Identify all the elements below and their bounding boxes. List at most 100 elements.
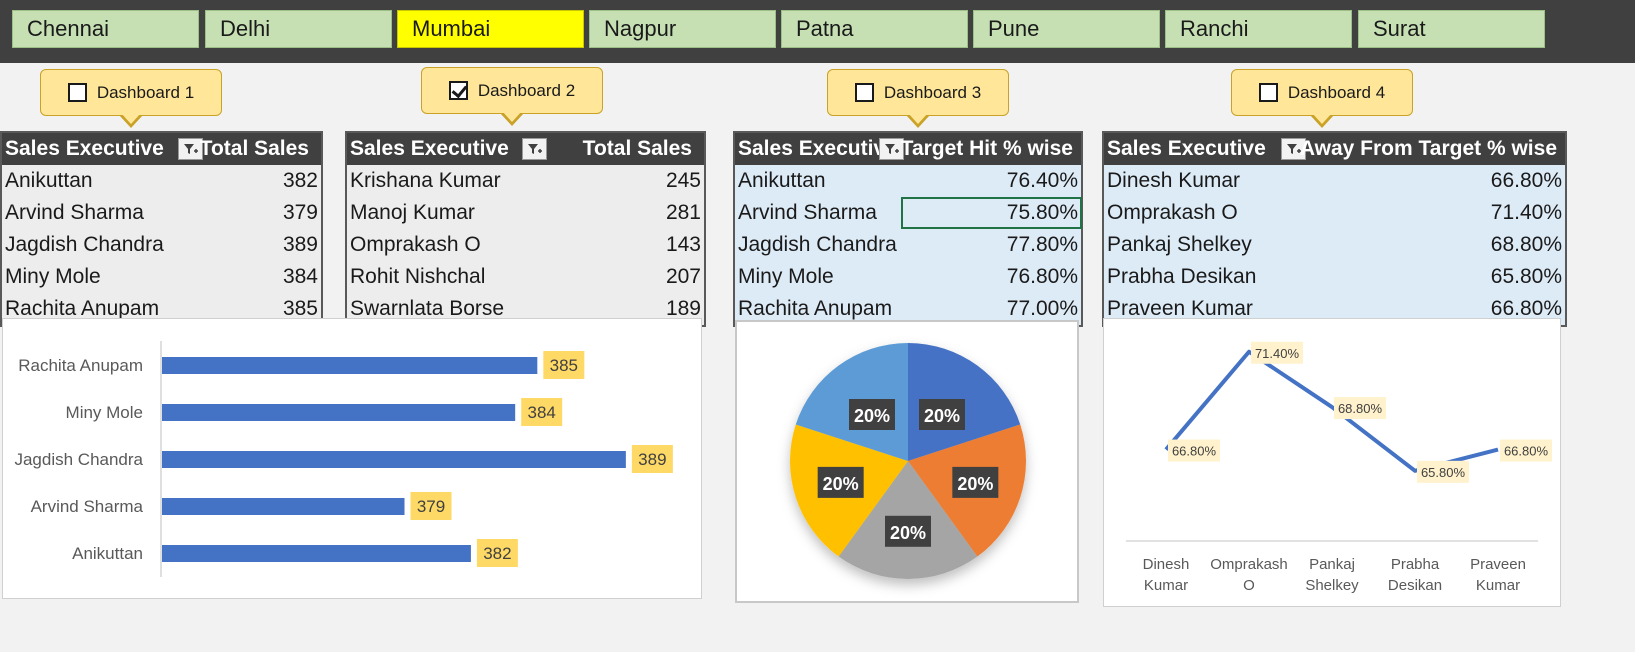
executive-name: Manoj Kumar <box>350 201 475 224</box>
pivot-table-2: Sales Executive Total Sales Krishana Kumar… <box>345 131 706 327</box>
column-header-executive: Sales Executive <box>1107 137 1266 160</box>
table-row[interactable]: Miny Mole 384 <box>2 261 321 293</box>
pivot-table-3: Sales Executive Target Hit % wise Anikutta… <box>733 131 1083 327</box>
table-header: Sales Executive Total Sales <box>347 133 704 165</box>
bar-chart-panel: Rachita Anupam 385 Miny Mole 384 Jagdish Cha… <box>2 318 702 599</box>
value-cell: 382 <box>282 169 318 192</box>
bar <box>162 498 405 515</box>
checkbox-icon[interactable] <box>448 81 468 100</box>
executive-name: Miny Mole <box>738 265 834 288</box>
executive-name: Rohit Nishchal <box>350 265 486 288</box>
pie-chart: 20% 20% 20% 20% 20% <box>790 343 1026 579</box>
table-header: Sales Executive Target Hit % wise <box>735 133 1081 165</box>
pivot-table-1: Sales Executive Total Sales Anikuttan 382 Ar… <box>0 131 323 327</box>
pie-data-label: 20% <box>957 474 993 494</box>
value-cell: 68.80% <box>1490 233 1562 256</box>
table-header: Sales Executive Away From Target % wise <box>1104 133 1565 165</box>
column-header-executive: Sales Executive <box>5 137 164 160</box>
table-row[interactable]: Manoj Kumar 281 <box>347 197 704 229</box>
table-row[interactable]: Jagdish Chandra 389 <box>2 229 321 261</box>
executive-name: Pankaj Shelkey <box>1107 233 1252 256</box>
value-cell: 207 <box>665 265 701 288</box>
value-cell: 76.40% <box>1006 169 1078 192</box>
value-cell: 76.80% <box>1006 265 1078 288</box>
table-row[interactable]: Anikuttan 76.40% <box>735 165 1081 197</box>
city-button-patna[interactable]: Patna <box>781 10 968 48</box>
checkbox-icon[interactable] <box>1258 83 1278 102</box>
line-data-label: 66.80% <box>1504 444 1549 459</box>
line-category-label: Omprakash <box>1210 556 1288 573</box>
executive-name: Jagdish Chandra <box>5 233 164 256</box>
value-cell: 281 <box>665 201 701 224</box>
checkbox-icon[interactable] <box>67 83 87 102</box>
callout-pointer <box>906 113 930 128</box>
executive-name: Miny Mole <box>5 265 101 288</box>
line-chart: 66.80% Dinesh Kumar 71.40% Omprakash O 68.80% P… <box>1126 341 1552 594</box>
table-row[interactable]: Krishana Kumar 245 <box>347 165 704 197</box>
pie-data-label: 20% <box>854 406 890 426</box>
value-cell: 77.80% <box>1006 233 1078 256</box>
bar <box>162 404 516 421</box>
city-button-pune[interactable]: Pune <box>973 10 1160 48</box>
value-cell: 389 <box>282 233 318 256</box>
checkbox-icon[interactable] <box>854 83 874 102</box>
value-cell: 65.80% <box>1490 265 1562 288</box>
executive-name: Krishana Kumar <box>350 169 501 192</box>
pie-chart-panel: 20% 20% 20% 20% 20% <box>735 320 1079 603</box>
bar <box>162 451 626 468</box>
value-cell: 71.40% <box>1490 201 1562 224</box>
city-button-delhi[interactable]: Delhi <box>205 10 392 48</box>
city-button-chennai[interactable]: Chennai <box>12 10 199 48</box>
column-header-value: Total Sales <box>582 137 692 160</box>
table-row[interactable]: Dinesh Kumar 66.80% <box>1104 165 1565 197</box>
table-row[interactable]: Pankaj Shelkey 68.80% <box>1104 229 1565 261</box>
city-button-mumbai[interactable]: Mumbai <box>397 10 584 48</box>
table-row[interactable]: Anikuttan 382 <box>2 165 321 197</box>
table-row[interactable]: Prabha Desikan 65.80% <box>1104 261 1565 293</box>
line-category-label: Dinesh <box>1143 556 1190 573</box>
line-category-label: Kumar <box>1476 577 1520 594</box>
dashboard-label: Dashboard 1 <box>96 82 195 102</box>
executive-name: Arvind Sharma <box>738 201 877 224</box>
line-category-label: Shelkey <box>1305 577 1359 594</box>
table-row[interactable]: Arvind Sharma 379 <box>2 197 321 229</box>
dashboard-4-toggle[interactable]: Dashboard 4 <box>1231 69 1413 128</box>
executive-name: Omprakash O <box>1107 201 1238 224</box>
bar-data-label: 382 <box>483 544 511 563</box>
bar-category-label: Arvind Sharma <box>31 497 144 516</box>
line-category-label: Prabha <box>1391 556 1440 573</box>
column-header-executive: Sales Executive <box>738 137 897 160</box>
value-cell: 379 <box>282 201 318 224</box>
column-header-value: Away From Target % wise <box>1299 137 1557 160</box>
dashboard-3-toggle[interactable]: Dashboard 3 <box>827 69 1009 128</box>
pie-data-label: 20% <box>890 523 926 543</box>
table-row[interactable]: Omprakash O 71.40% <box>1104 197 1565 229</box>
line-data-label: 71.40% <box>1255 346 1300 361</box>
value-cell: 384 <box>282 265 318 288</box>
city-button-surat[interactable]: Surat <box>1358 10 1545 48</box>
bar <box>162 545 471 562</box>
column-header-value: Target Hit % wise <box>900 137 1073 160</box>
city-button-ranchi[interactable]: Ranchi <box>1165 10 1352 48</box>
dashboard-1-toggle[interactable]: Dashboard 1 <box>40 69 222 128</box>
table-row[interactable]: Jagdish Chandra 77.80% <box>735 229 1081 261</box>
table-row[interactable]: Miny Mole 76.80% <box>735 261 1081 293</box>
table-row[interactable]: Rohit Nishchal 207 <box>347 261 704 293</box>
callout-pointer <box>500 111 524 126</box>
dashboard-2-toggle[interactable]: Dashboard 2 <box>421 67 603 126</box>
line-chart-panel: 66.80% Dinesh Kumar 71.40% Omprakash O 68.80% P… <box>1103 318 1561 607</box>
pie-data-label: 20% <box>924 406 960 426</box>
dashboard-label: Dashboard 2 <box>477 80 576 100</box>
line-data-label: 66.80% <box>1172 444 1217 459</box>
executive-name: Arvind Sharma <box>5 201 144 224</box>
executive-name: Anikuttan <box>738 169 826 192</box>
value-cell: 66.80% <box>1490 169 1562 192</box>
table-row[interactable]: Omprakash O 143 <box>347 229 704 261</box>
bar-data-label: 389 <box>638 450 666 469</box>
table-row[interactable]: Arvind Sharma 75.80% <box>735 197 1082 229</box>
city-button-nagpur[interactable]: Nagpur <box>589 10 776 48</box>
table-header: Sales Executive Total Sales <box>2 133 321 165</box>
line-category-label: Kumar <box>1144 577 1188 594</box>
bar-category-label: Miny Mole <box>66 403 143 422</box>
filter-icon[interactable] <box>522 138 547 160</box>
